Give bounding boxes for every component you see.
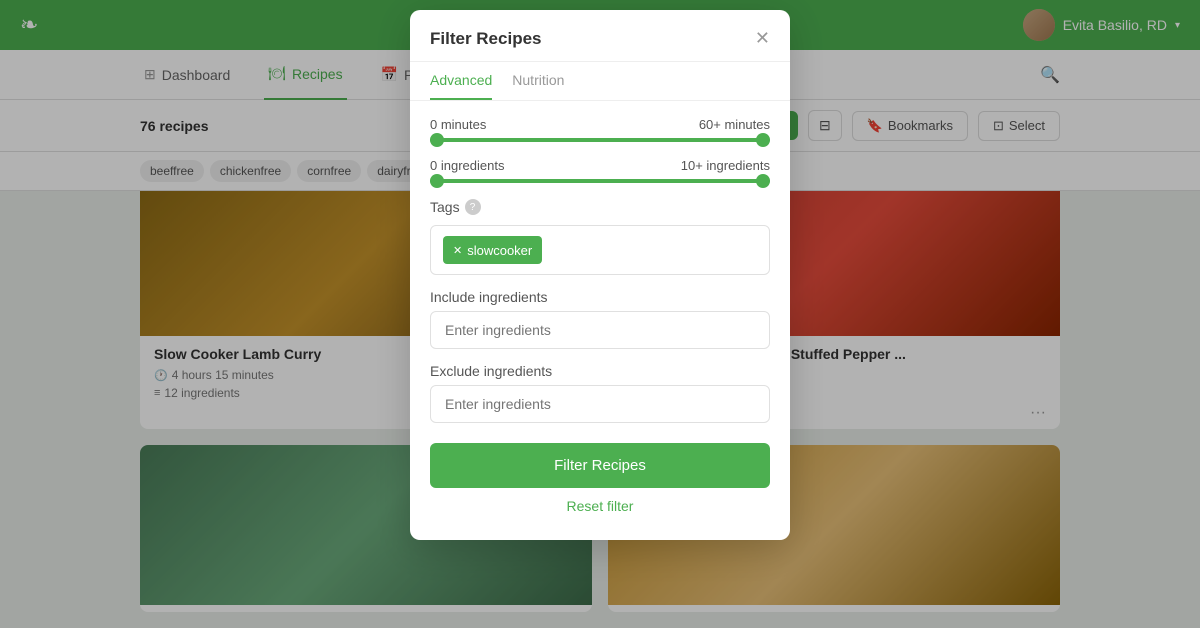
ingredients-slider-row: 0 ingredients 10+ ingredients [430, 158, 770, 183]
time-slider-track[interactable] [430, 138, 770, 142]
active-tags-container[interactable]: ✕ slowcooker [430, 225, 770, 275]
modal-body: 0 minutes 60+ minutes 0 ingredients 10+ … [410, 101, 790, 540]
include-ingredients-section: Include ingredients [430, 289, 770, 349]
ingredients-max-label: 10+ ingredients [681, 158, 770, 173]
modal-tabs: Advanced Nutrition [410, 62, 790, 101]
exclude-ingredients-section: Exclude ingredients [430, 363, 770, 423]
tags-section-label: Tags ? [430, 199, 770, 215]
time-min-label: 0 minutes [430, 117, 486, 132]
ingredients-slider-fill [430, 179, 770, 183]
filter-recipes-button[interactable]: Filter Recipes [430, 443, 770, 488]
active-tag-slowcooker[interactable]: ✕ slowcooker [443, 236, 542, 264]
exclude-ingredients-input[interactable] [430, 385, 770, 423]
ingredients-slider-labels: 0 ingredients 10+ ingredients [430, 158, 770, 173]
filter-modal: Filter Recipes ✕ Advanced Nutrition 0 mi… [410, 10, 790, 540]
modal-close-button[interactable]: ✕ [755, 28, 770, 49]
modal-overlay: Filter Recipes ✕ Advanced Nutrition 0 mi… [0, 0, 1200, 628]
ingredients-slider-thumb-right[interactable] [756, 174, 770, 188]
time-slider-thumb-left[interactable] [430, 133, 444, 147]
include-ingredients-label: Include ingredients [430, 289, 770, 305]
tags-help-icon[interactable]: ? [465, 199, 481, 215]
time-slider-labels: 0 minutes 60+ minutes [430, 117, 770, 132]
tag-remove-icon[interactable]: ✕ [453, 244, 462, 257]
ingredients-slider-thumb-left[interactable] [430, 174, 444, 188]
time-slider-row: 0 minutes 60+ minutes [430, 117, 770, 142]
time-slider-thumb-right[interactable] [756, 133, 770, 147]
tag-label: slowcooker [467, 243, 532, 258]
modal-header: Filter Recipes ✕ [410, 10, 790, 62]
tab-advanced[interactable]: Advanced [430, 62, 492, 100]
ingredients-min-label: 0 ingredients [430, 158, 504, 173]
tab-nutrition[interactable]: Nutrition [512, 62, 564, 100]
reset-filter-button[interactable]: Reset filter [430, 488, 770, 524]
exclude-ingredients-label: Exclude ingredients [430, 363, 770, 379]
time-slider-fill [430, 138, 770, 142]
include-ingredients-input[interactable] [430, 311, 770, 349]
ingredients-slider-track[interactable] [430, 179, 770, 183]
modal-title: Filter Recipes [430, 29, 542, 49]
tags-section: Tags ? ✕ slowcooker [430, 199, 770, 275]
time-max-label: 60+ minutes [699, 117, 770, 132]
